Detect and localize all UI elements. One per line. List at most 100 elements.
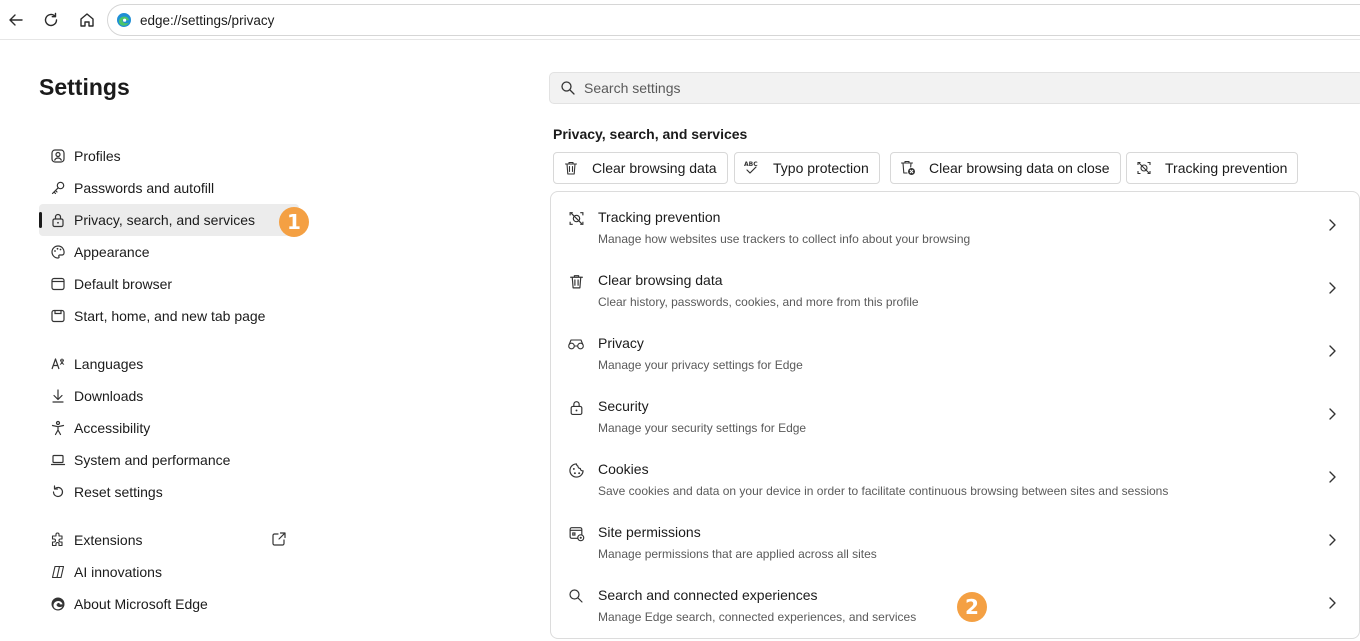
row-title: Cookies bbox=[598, 461, 649, 477]
search-icon bbox=[561, 81, 575, 95]
sidebar-item-label: Default browser bbox=[74, 276, 173, 292]
chevron-right-icon bbox=[1325, 596, 1339, 610]
sidebar-item-accessibility[interactable]: Accessibility bbox=[39, 412, 309, 444]
row-title: Tracking prevention bbox=[598, 209, 721, 225]
trash-close-icon bbox=[899, 159, 917, 177]
sidebar-item-label: Privacy, search, and services bbox=[74, 212, 256, 228]
row-site-permissions[interactable]: Site permissions Manage permissions that… bbox=[551, 507, 1359, 570]
settings-title: Settings bbox=[39, 74, 130, 100]
row-title: Site permissions bbox=[598, 524, 701, 540]
lock-icon bbox=[567, 398, 585, 416]
extensions-icon bbox=[49, 531, 67, 549]
reset-icon bbox=[49, 483, 67, 501]
sidebar-item-start-home[interactable]: Start, home, and new tab page bbox=[39, 300, 309, 332]
row-clear-browsing-data[interactable]: Clear browsing data Clear history, passw… bbox=[551, 255, 1359, 318]
chevron-right-icon bbox=[1325, 470, 1339, 484]
address-text: edge://settings/privacy bbox=[140, 12, 275, 28]
refresh-icon bbox=[44, 12, 58, 27]
chip-clear-on-close[interactable]: Clear browsing data on close bbox=[890, 152, 1121, 184]
sidebar-item-system[interactable]: System and performance bbox=[39, 444, 309, 476]
row-title: Privacy bbox=[598, 335, 644, 351]
sidebar-item-label: Appearance bbox=[74, 244, 150, 260]
lock-icon bbox=[49, 211, 67, 229]
tracking-icon bbox=[567, 209, 585, 227]
chevron-right-icon bbox=[1325, 281, 1339, 295]
sidebar-item-label: Extensions bbox=[74, 532, 143, 548]
sidebar-item-label: Reset settings bbox=[74, 484, 163, 500]
accessibility-icon bbox=[49, 419, 67, 437]
row-description: Manage how websites use trackers to coll… bbox=[598, 232, 971, 246]
key-icon bbox=[49, 179, 67, 197]
search-icon bbox=[567, 587, 585, 605]
languages-icon bbox=[49, 355, 67, 373]
browser-toolbar: edge://settings/privacy bbox=[0, 0, 1360, 40]
chip-label: Tracking prevention bbox=[1165, 160, 1288, 176]
laptop-icon bbox=[49, 451, 67, 469]
sidebar-item-passwords[interactable]: Passwords and autofill bbox=[39, 172, 309, 204]
sidebar-item-appearance[interactable]: Appearance bbox=[39, 236, 309, 268]
sidebar-item-default-browser[interactable]: Default browser bbox=[39, 268, 309, 300]
row-tracking-prevention[interactable]: Tracking prevention Manage how websites … bbox=[551, 192, 1359, 255]
row-title: Search and connected experiences bbox=[598, 587, 818, 603]
chip-label: Clear browsing data bbox=[592, 160, 717, 176]
chip-clear-browsing-data[interactable]: Clear browsing data bbox=[553, 152, 728, 184]
home-icon bbox=[80, 13, 94, 27]
sidebar-item-about[interactable]: About Microsoft Edge bbox=[39, 588, 309, 620]
refresh-button[interactable] bbox=[37, 6, 65, 34]
row-search-connected-experiences[interactable]: Search and connected experiences Manage … bbox=[551, 570, 1359, 633]
sidebar-item-reset[interactable]: Reset settings bbox=[39, 476, 309, 508]
row-description: Manage your security settings for Edge bbox=[598, 421, 807, 435]
back-arrow-icon bbox=[9, 14, 23, 26]
settings-card: Tracking prevention Manage how websites … bbox=[550, 191, 1360, 639]
chip-typo-protection[interactable]: ABC Typo protection bbox=[734, 152, 880, 184]
chip-label: Clear browsing data on close bbox=[929, 160, 1110, 176]
home-button[interactable] bbox=[73, 6, 101, 34]
open-external-icon[interactable] bbox=[271, 531, 287, 547]
chevron-right-icon bbox=[1325, 218, 1339, 232]
chevron-right-icon bbox=[1325, 533, 1339, 547]
sidebar-item-languages[interactable]: Languages bbox=[39, 348, 309, 380]
address-bar[interactable]: edge://settings/privacy bbox=[107, 4, 1360, 36]
row-description: Manage permissions that are applied acro… bbox=[598, 547, 877, 561]
tracking-icon bbox=[1135, 159, 1153, 177]
sidebar-item-downloads[interactable]: Downloads bbox=[39, 380, 309, 412]
sidebar-item-label: Accessibility bbox=[74, 420, 151, 436]
section-title: Privacy, search, and services bbox=[553, 126, 748, 142]
chip-tracking-prevention[interactable]: Tracking prevention bbox=[1126, 152, 1299, 184]
sidebar-item-label: System and performance bbox=[74, 452, 231, 468]
sidebar-item-privacy[interactable]: Privacy, search, and services bbox=[39, 204, 299, 236]
site-permissions-icon bbox=[567, 524, 585, 542]
row-title: Clear browsing data bbox=[598, 272, 723, 288]
chip-label: Typo protection bbox=[773, 160, 869, 176]
row-description: Save cookies and data on your device in … bbox=[598, 484, 1169, 498]
row-description: Manage your privacy settings for Edge bbox=[598, 358, 803, 372]
sidebar-item-ai-innovations[interactable]: AI innovations bbox=[39, 556, 309, 588]
browser-icon bbox=[49, 275, 67, 293]
step-badge-2: 2 bbox=[957, 592, 987, 622]
chevron-right-icon bbox=[1325, 407, 1339, 421]
trash-icon bbox=[567, 272, 585, 290]
edge-logo-icon bbox=[49, 595, 67, 613]
spellcheck-icon: ABC bbox=[743, 159, 761, 177]
sidebar-item-extensions[interactable]: Extensions bbox=[39, 524, 309, 556]
glasses-icon bbox=[567, 335, 585, 353]
row-title: Security bbox=[598, 398, 649, 414]
row-security[interactable]: Security Manage your security settings f… bbox=[551, 381, 1359, 444]
edge-logo-icon bbox=[117, 13, 131, 27]
copilot-icon bbox=[49, 563, 67, 581]
back-button[interactable] bbox=[2, 6, 30, 34]
search-settings-input[interactable]: Search settings bbox=[549, 72, 1360, 104]
chevron-right-icon bbox=[1325, 344, 1339, 358]
row-cookies[interactable]: Cookies Save cookies and data on your de… bbox=[551, 444, 1359, 507]
sidebar-item-label: Start, home, and new tab page bbox=[74, 308, 266, 324]
profile-icon bbox=[49, 147, 67, 165]
trash-icon bbox=[562, 159, 580, 177]
row-description: Clear history, passwords, cookies, and m… bbox=[598, 295, 919, 309]
download-icon bbox=[49, 387, 67, 405]
row-privacy[interactable]: Privacy Manage your privacy settings for… bbox=[551, 318, 1359, 381]
sidebar-item-profiles[interactable]: Profiles bbox=[39, 140, 309, 172]
sidebar-item-label: About Microsoft Edge bbox=[74, 596, 208, 612]
step-badge-1: 1 bbox=[279, 207, 309, 237]
search-placeholder: Search settings bbox=[584, 80, 681, 96]
home-page-icon bbox=[49, 307, 67, 325]
